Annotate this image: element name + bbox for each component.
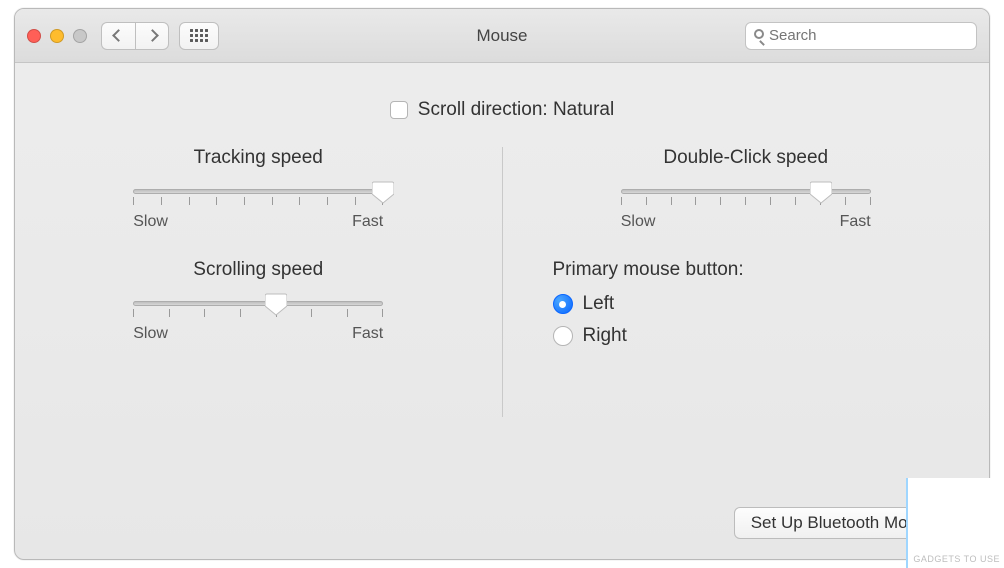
primary-right-radio[interactable] xyxy=(553,326,573,346)
search-input[interactable] xyxy=(769,27,968,44)
tracking-speed-section: Tracking speed Slow Fast xyxy=(55,147,462,231)
scroll-direction-checkbox[interactable] xyxy=(390,101,408,119)
primary-right-row[interactable]: Right xyxy=(543,325,950,347)
double-click-section: Double-Click speed Slow Fast xyxy=(543,147,950,231)
content-area: Scroll direction: Natural Tracking speed… xyxy=(15,63,989,559)
slider-track xyxy=(621,189,871,194)
left-column: Tracking speed Slow Fast xyxy=(15,147,502,417)
titlebar: Mouse xyxy=(15,9,989,63)
primary-left-label: Left xyxy=(583,293,615,315)
tracking-slow-label: Slow xyxy=(133,213,168,231)
preferences-window: Mouse Scroll direction: Natural Tracking… xyxy=(14,8,990,560)
tracking-speed-slider[interactable] xyxy=(133,181,383,203)
chevron-right-icon xyxy=(146,29,159,42)
scrolling-speed-section: Scrolling speed Slow Fast xyxy=(55,259,462,343)
scrolling-speed-title: Scrolling speed xyxy=(55,259,462,281)
scroll-direction-row: Scroll direction: Natural xyxy=(15,63,989,121)
scroll-direction-label: Scroll direction: Natural xyxy=(418,99,614,121)
window-title: Mouse xyxy=(476,26,527,46)
scrolling-slow-label: Slow xyxy=(133,325,168,343)
close-window-button[interactable] xyxy=(27,29,41,43)
slider-ticks xyxy=(621,197,871,207)
forward-button[interactable] xyxy=(135,22,169,50)
slider-track xyxy=(133,189,383,194)
primary-right-label: Right xyxy=(583,325,627,347)
slider-track xyxy=(133,301,383,306)
chevron-left-icon xyxy=(112,29,125,42)
search-field-wrap[interactable] xyxy=(745,22,977,50)
traffic-lights xyxy=(27,29,87,43)
tracking-speed-title: Tracking speed xyxy=(55,147,462,169)
primary-left-row[interactable]: Left xyxy=(543,293,950,315)
primary-button-section: Primary mouse button: Left Right xyxy=(543,259,950,347)
watermark-text: GADGETS TO USE xyxy=(913,554,1000,564)
scrolling-fast-label: Fast xyxy=(352,325,383,343)
settings-columns: Tracking speed Slow Fast xyxy=(15,147,989,417)
search-icon xyxy=(754,29,763,43)
double-click-slider[interactable] xyxy=(621,181,871,203)
double-click-title: Double-Click speed xyxy=(543,147,950,169)
grid-icon xyxy=(190,29,208,42)
back-button[interactable] xyxy=(101,22,135,50)
right-column: Double-Click speed Slow Fast xyxy=(503,147,990,417)
nav-buttons xyxy=(101,22,169,50)
doubleclick-fast-label: Fast xyxy=(840,213,871,231)
minimize-window-button[interactable] xyxy=(50,29,64,43)
zoom-window-button[interactable] xyxy=(73,29,87,43)
primary-left-radio[interactable] xyxy=(553,294,573,314)
slider-ticks xyxy=(133,309,383,319)
watermark-box: GADGETS TO USE xyxy=(906,478,1004,568)
primary-button-title: Primary mouse button: xyxy=(543,259,950,281)
tracking-fast-label: Fast xyxy=(352,213,383,231)
slider-ticks xyxy=(133,197,383,207)
show-all-button[interactable] xyxy=(179,22,219,50)
doubleclick-slow-label: Slow xyxy=(621,213,656,231)
scrolling-speed-slider[interactable] xyxy=(133,293,383,315)
